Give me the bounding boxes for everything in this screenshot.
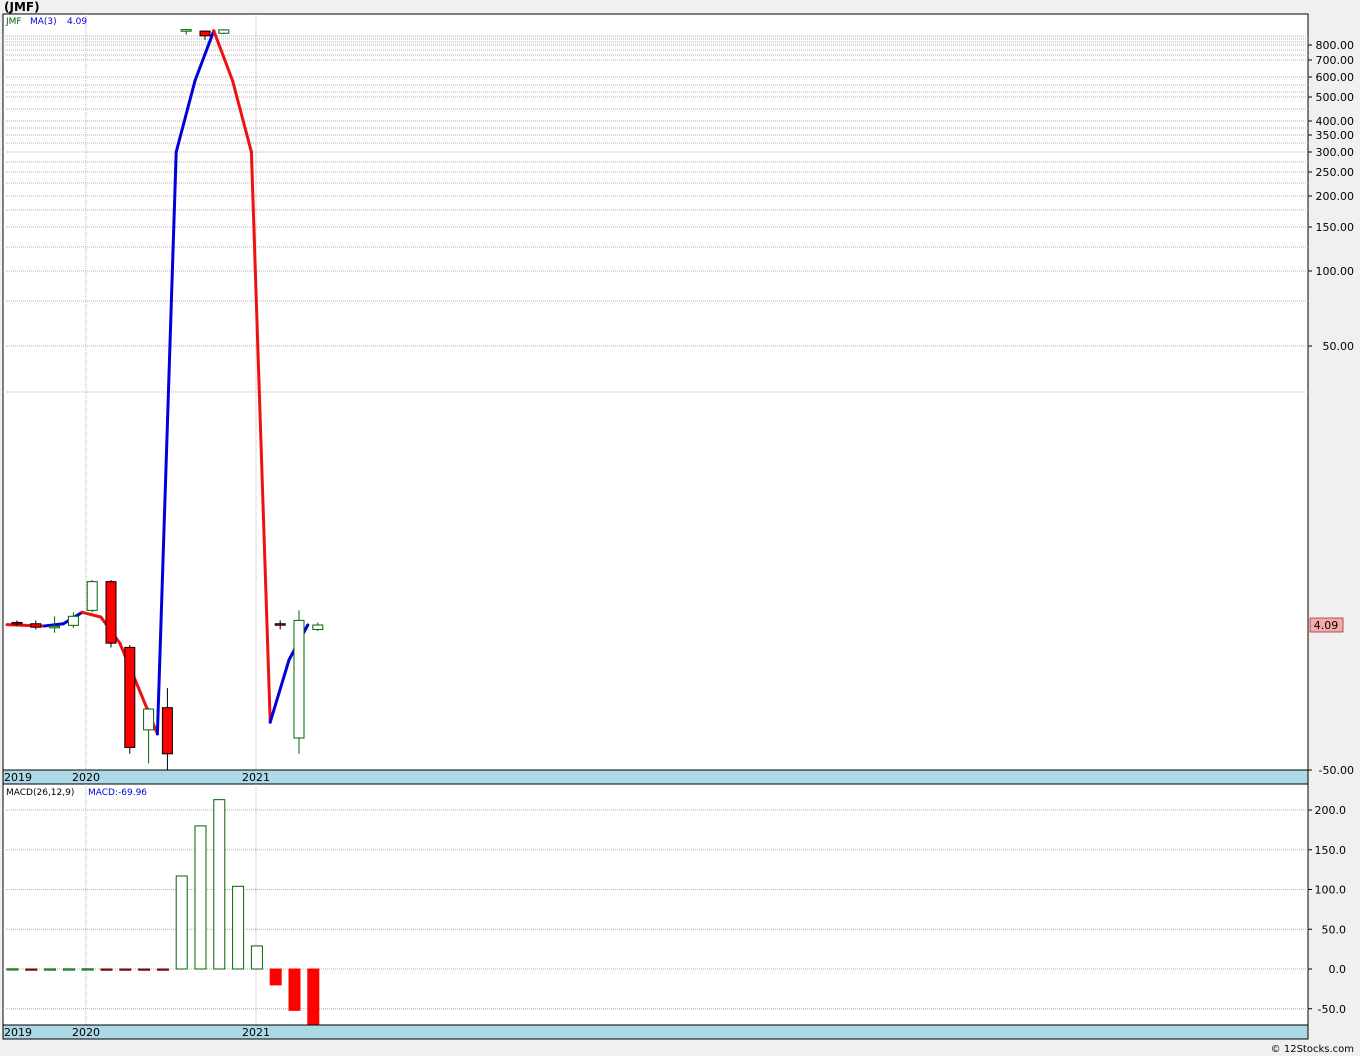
macd-bar [269, 968, 282, 986]
date-label: 2019 [4, 1026, 32, 1039]
price-tick-label: 500.00 [1316, 91, 1355, 104]
macd-bar [62, 968, 75, 971]
macd-bar [44, 968, 57, 971]
legend-symbol: JMF [5, 17, 22, 27]
legend-ma-value: 4.09 [67, 17, 87, 27]
date-label: 2020 [72, 1026, 100, 1039]
candle-body [180, 29, 192, 32]
candle-body [293, 619, 305, 739]
candle-body [199, 30, 211, 37]
macd-axis: 200.0 150.0 100.0 50.0 0.0 -50.0 [1308, 804, 1346, 1016]
macd-bar [119, 968, 132, 971]
macd-bar [81, 968, 94, 971]
macd-tick-label: -50.0 [1318, 1003, 1346, 1016]
macd-tick-label: 50.0 [1322, 923, 1347, 936]
macd-bar [288, 968, 301, 1011]
price-axis: 800.00 700.00 600.00 500.00 400.00350.00 300.… [1308, 39, 1354, 777]
macd-tick-label: 200.0 [1315, 804, 1347, 817]
candle-body [67, 615, 79, 626]
price-tick-label: 100.00 [1316, 265, 1355, 278]
price-tick-label: 150.00 [1316, 221, 1355, 234]
price-tick-label: 300.00 [1316, 146, 1355, 159]
macd-bar [6, 968, 19, 971]
candle-body [30, 623, 42, 628]
price-tick-label: 400.00 [1316, 115, 1355, 128]
macd-bar [25, 968, 38, 971]
candle-body [124, 646, 136, 748]
macd-legend-label: MACD(26,12,9) [6, 788, 74, 798]
macd-bar [194, 825, 207, 970]
macd-bar [156, 968, 169, 971]
price-tick-label: -50.00 [1319, 764, 1354, 777]
macd-date-band [2, 1024, 1309, 1040]
date-label: 2020 [72, 771, 100, 784]
candle-body [86, 581, 98, 611]
macd-bar [138, 968, 151, 971]
macd-bar [100, 968, 113, 971]
candle-body [49, 625, 61, 629]
price-tick-label: 600.00 [1316, 71, 1355, 84]
macd-tick-label: 0.0 [1329, 963, 1347, 976]
ma-segment [5, 623, 28, 627]
date-label: 2021 [242, 1026, 270, 1039]
macd-bar [213, 799, 226, 970]
price-tick-label: 50.00 [1323, 340, 1355, 353]
price-tick-label: 700.00 [1316, 54, 1355, 67]
macd-tick-label: 150.0 [1315, 844, 1347, 857]
candle-body [161, 707, 173, 755]
candle-body [105, 581, 117, 644]
price-tick-label: 800.00 [1316, 39, 1355, 52]
date-label: 2019 [4, 771, 32, 784]
price-tick-label: 350.00 [1316, 129, 1355, 142]
macd-tick-label: 100.0 [1315, 884, 1347, 897]
legend-ma-label: MA(3) [30, 17, 57, 27]
last-price-label: 4.09 [1314, 619, 1339, 632]
candle-body [143, 708, 155, 731]
macd-bar [307, 968, 320, 1026]
chart-canvas: 800.00 700.00 600.00 500.00 400.00350.00 300.… [2, 13, 1354, 1040]
date-label: 2021 [242, 771, 270, 784]
candle-body [274, 623, 286, 626]
candle-body [312, 624, 324, 630]
macd-bar [250, 945, 263, 970]
macd-bar [175, 875, 188, 970]
candle-body [11, 621, 23, 625]
macd-bar [232, 885, 245, 970]
candle-body [218, 29, 230, 34]
price-tick-label: 200.00 [1316, 190, 1355, 203]
price-tick-label: 250.00 [1316, 166, 1355, 179]
macd-legend-value: MACD:-69.96 [88, 788, 147, 798]
price-date-band [2, 769, 1309, 785]
footer-credit: © 12Stocks.com [1270, 1044, 1354, 1055]
